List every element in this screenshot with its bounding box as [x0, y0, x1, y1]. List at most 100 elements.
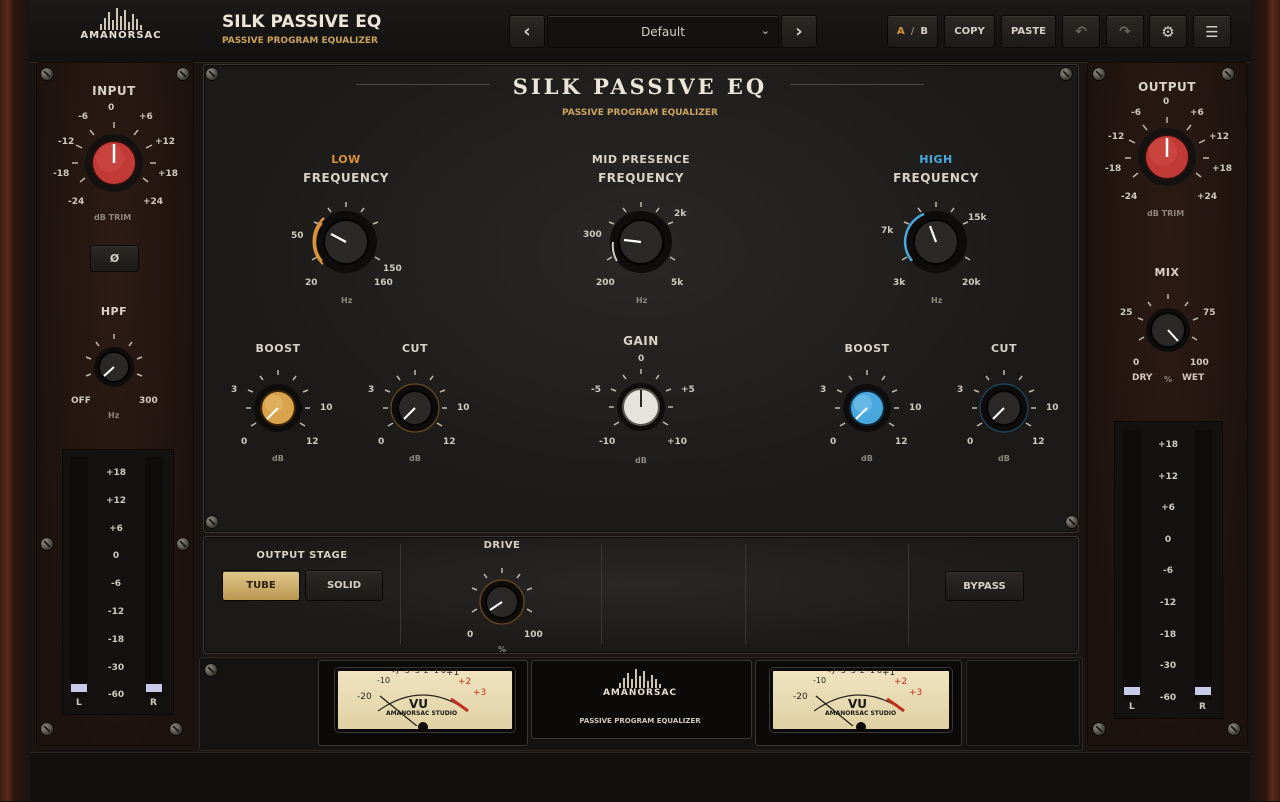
vu-right-m2: -2 [857, 666, 865, 675]
brand-logo: AMANORSAC [80, 8, 162, 41]
high-cut-tick-0: 0 [967, 437, 974, 447]
strip-divider [601, 544, 602, 644]
mix-tick-100: 100 [1190, 358, 1209, 368]
paste-button[interactable]: PASTE [1001, 15, 1056, 48]
mix-dry-label: DRY [1132, 373, 1153, 383]
vu-right-m3: -3 [848, 666, 856, 675]
panel-subtitle: PASSIVE PROGRAM EQUALIZER [562, 108, 718, 118]
vu-right-label: VU [848, 697, 868, 711]
high-cut-unit: dB [998, 454, 1010, 463]
vu-left-label: VU [409, 697, 429, 711]
low-boost-tick-3: 3 [231, 385, 238, 395]
high-cut-tick-10: 10 [1046, 403, 1059, 413]
settings-button[interactable]: ⚙ [1149, 15, 1187, 48]
output-tick-m12: -12 [1108, 132, 1125, 142]
input-tick-p6: +6 [139, 112, 153, 122]
app-title: SILK PASSIVE EQ [222, 12, 382, 32]
app-subtitle: PASSIVE PROGRAM EQUALIZER [222, 36, 378, 46]
mid-gain-tick-m10: -10 [599, 437, 616, 447]
undo-button[interactable]: ↶ [1062, 15, 1100, 48]
vu-left-m10: -10 [377, 676, 391, 685]
mid-gain-knob[interactable] [601, 365, 681, 445]
phase-invert-button[interactable]: Ø [90, 245, 139, 272]
panel-title: SILK PASSIVE EQ [512, 74, 768, 99]
bypass-button[interactable]: BYPASS [945, 571, 1024, 601]
low-boost-tick-0: 0 [241, 437, 248, 447]
vu-right-m7: -7 [828, 667, 836, 676]
mix-knob[interactable] [1132, 290, 1204, 366]
low-frequency-knob[interactable] [298, 196, 398, 291]
input-meter-l-label: L [76, 698, 82, 708]
drive-title: DRIVE [483, 540, 521, 551]
screw [177, 538, 189, 550]
preset-selector[interactable]: Default ⌄ [547, 15, 779, 48]
hpf-min: OFF [71, 396, 91, 406]
input-trim-knob[interactable] [44, 100, 184, 212]
menu-button[interactable]: ☰ [1193, 15, 1231, 48]
chevron-down-icon: ⌄ [760, 24, 770, 37]
screw [170, 723, 182, 735]
input-title: INPUT [92, 84, 136, 98]
output-meter-scale: +18 +12 +6 0 -6 -12 -18 -30 -60 [1157, 440, 1179, 703]
bottom-bar [30, 752, 1250, 802]
screw [41, 68, 53, 80]
screw [205, 664, 217, 676]
vu-left-p2: +2 [458, 677, 472, 687]
prev-preset-button[interactable]: ‹ [509, 15, 545, 48]
mix-tick-0: 0 [1133, 358, 1140, 368]
output-meter-l-level [1124, 687, 1140, 695]
center-badge-text: PASSIVE PROGRAM EQUALIZER [579, 717, 701, 725]
high-cut-knob[interactable] [964, 366, 1044, 446]
low-boost-knob[interactable] [238, 366, 318, 446]
low-cut-tick-12: 12 [443, 437, 456, 447]
ab-compare-button[interactable]: A / B [887, 15, 938, 48]
low-freq-unit: Hz [341, 296, 353, 305]
input-tick-p24: +24 [143, 197, 164, 207]
drive-min: 0 [467, 630, 474, 640]
redo-button[interactable]: ↷ [1106, 15, 1144, 48]
input-meter-r-level [146, 684, 162, 692]
output-title: OUTPUT [1138, 80, 1196, 94]
mid-gain-tick-0: 0 [638, 354, 645, 364]
copy-button[interactable]: COPY [944, 15, 995, 48]
vu-right-maker: AMANORSAC STUDIO [825, 710, 897, 717]
mix-percent-label: % [1164, 375, 1173, 384]
low-cut-unit: dB [409, 454, 421, 463]
logo-waveform-icon [619, 666, 661, 688]
high-boost-knob[interactable] [827, 366, 907, 446]
low-cut-knob[interactable] [375, 366, 455, 446]
mix-title: MIX [1154, 266, 1180, 279]
hpf-knob[interactable] [82, 332, 146, 402]
output-unit: dB TRIM [1147, 209, 1185, 218]
input-meter-l-level [71, 684, 87, 692]
input-tick-m18: -18 [53, 169, 70, 179]
low-frequency-title: FREQUENCY [303, 171, 389, 185]
next-preset-button[interactable]: › [781, 15, 817, 48]
high-boost-title: BOOST [844, 342, 890, 355]
high-cut-tick-3: 3 [957, 385, 964, 395]
drive-knob[interactable] [464, 566, 540, 636]
screw [206, 516, 218, 528]
high-frequency-knob[interactable] [888, 196, 988, 291]
screw [1228, 723, 1240, 735]
input-tick-m24: -24 [68, 197, 85, 207]
tube-mode-button[interactable]: TUBE [222, 570, 300, 601]
mid-gain-tick-m5: -5 [591, 385, 601, 395]
hamburger-menu-icon: ☰ [1205, 22, 1219, 41]
solid-mode-button[interactable]: SOLID [305, 570, 383, 601]
vu-right-m5: -5 [838, 666, 846, 675]
ab-a-label: A [896, 26, 905, 37]
high-freq-tick-7k: 7k [881, 226, 894, 236]
logo-waveform-icon [100, 8, 142, 30]
screw [1093, 723, 1105, 735]
vu-left-pivot [418, 722, 428, 732]
high-boost-tick-12: 12 [895, 437, 908, 447]
output-trim-knob[interactable] [1097, 95, 1237, 207]
output-tick-0: 0 [1163, 97, 1170, 107]
low-boost-title: BOOST [255, 342, 301, 355]
vu-right-m1: -1 [867, 666, 875, 675]
screw [177, 68, 189, 80]
redo-icon: ↷ [1119, 23, 1131, 40]
vu-left-m5: -5 [402, 666, 410, 675]
low-boost-unit: dB [272, 454, 284, 463]
